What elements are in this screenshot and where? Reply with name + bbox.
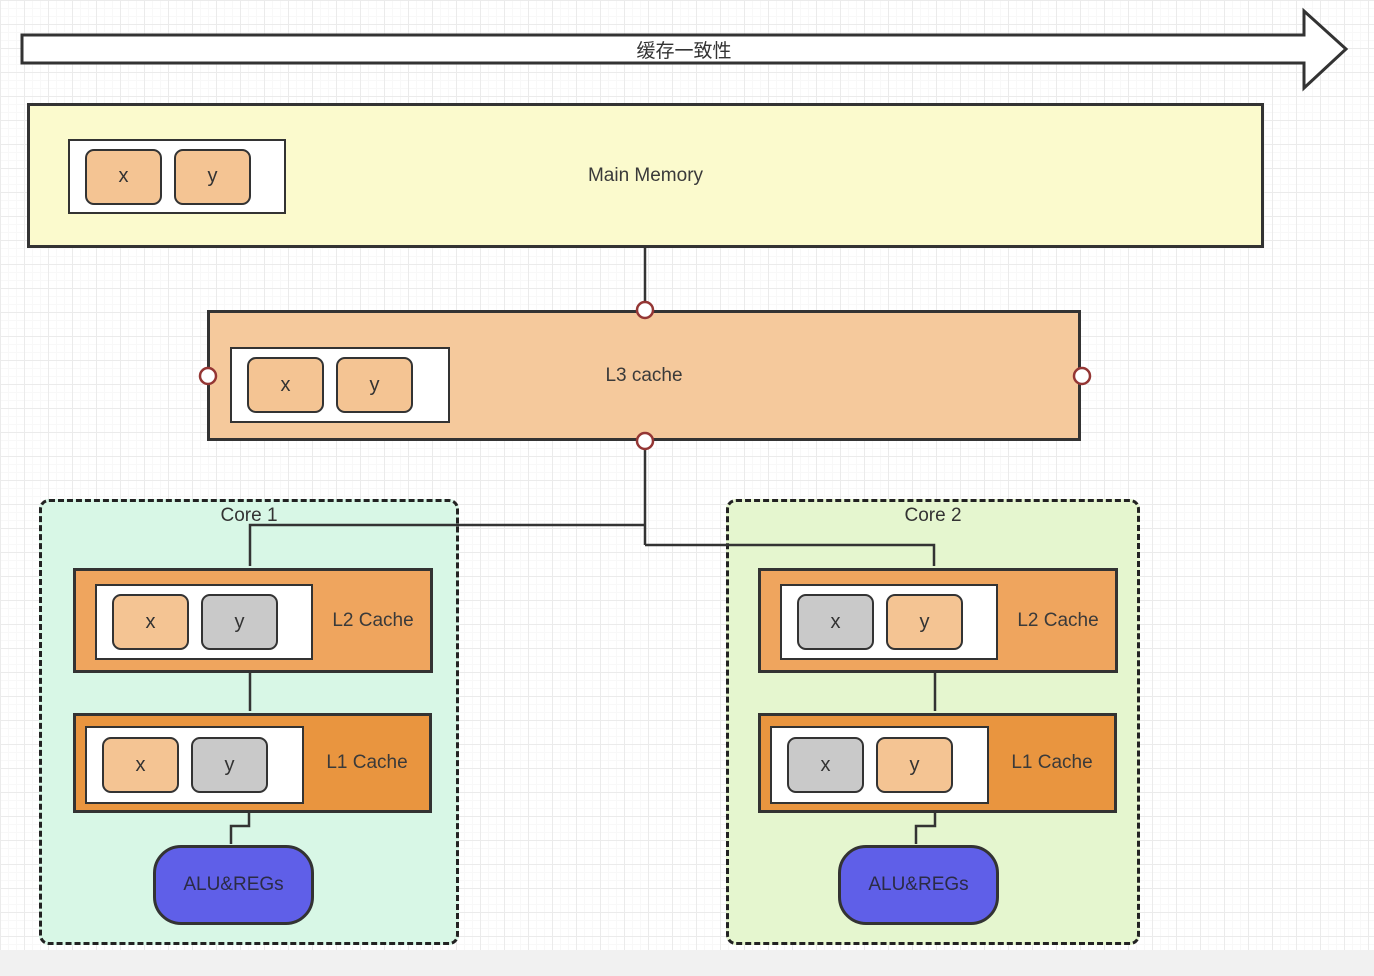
l3-cache-cell-tray[interactable]: x y bbox=[230, 347, 450, 423]
core1-l1-cell-x[interactable]: x bbox=[102, 737, 179, 793]
core2-group[interactable]: Core 2 x y L2 Cache x y L1 Cache ALU&REG… bbox=[726, 499, 1140, 945]
main-memory-cell-y[interactable]: y bbox=[174, 148, 251, 205]
core2-l2-cell-y[interactable]: y bbox=[886, 594, 963, 650]
core2-l1-cache-box[interactable]: x y L1 Cache bbox=[758, 713, 1117, 813]
core1-group[interactable]: Core 1 x y L2 Cache x y L1 Cache ALU&REG… bbox=[39, 499, 459, 945]
l3-connection-point-top[interactable] bbox=[635, 300, 655, 320]
core2-l1-cell-tray[interactable]: x y bbox=[770, 726, 989, 804]
l3-cache-cell-x[interactable]: x bbox=[247, 357, 324, 413]
core2-l2-label: L2 Cache bbox=[1017, 609, 1099, 631]
bottom-edge-strip bbox=[0, 950, 1374, 976]
core1-l1-cell-y[interactable]: y bbox=[191, 737, 268, 793]
core1-l2-cell-x[interactable]: x bbox=[112, 594, 189, 650]
l3-cache-cell-y[interactable]: y bbox=[336, 357, 413, 413]
main-memory-cell-x[interactable]: x bbox=[85, 148, 162, 205]
core1-l1-cache-box[interactable]: x y L1 Cache bbox=[73, 713, 432, 813]
diagram-canvas[interactable]: Main Memory x y L3 cache x y Core 1 x y … bbox=[0, 0, 1374, 976]
l3-connection-point-bottom[interactable] bbox=[635, 431, 655, 451]
main-memory-cell-tray[interactable]: x y bbox=[68, 139, 286, 214]
core1-alu-regs-box[interactable]: ALU&REGs bbox=[153, 845, 314, 925]
core2-alu-regs-box[interactable]: ALU&REGs bbox=[838, 845, 999, 925]
core2-l1-cell-x[interactable]: x bbox=[787, 737, 864, 793]
core2-l2-cache-box[interactable]: x y L2 Cache bbox=[758, 568, 1118, 673]
l3-connection-point-left[interactable] bbox=[198, 366, 218, 386]
main-memory-box[interactable]: Main Memory x y bbox=[27, 103, 1264, 248]
core1-title: Core 1 bbox=[220, 505, 278, 526]
core1-l2-label: L2 Cache bbox=[332, 609, 414, 631]
core1-l1-cell-tray[interactable]: x y bbox=[85, 726, 304, 804]
core1-l2-cache-box[interactable]: x y L2 Cache bbox=[73, 568, 433, 673]
core2-l2-cell-tray[interactable]: x y bbox=[780, 584, 998, 660]
l3-cache-box[interactable]: L3 cache x y bbox=[207, 310, 1081, 441]
core2-l1-cell-y[interactable]: y bbox=[876, 737, 953, 793]
core2-l1-label: L1 Cache bbox=[1011, 752, 1093, 773]
core1-l1-label: L1 Cache bbox=[326, 752, 408, 773]
core1-l2-cell-tray[interactable]: x y bbox=[95, 584, 313, 660]
l3-connection-point-right[interactable] bbox=[1072, 366, 1092, 386]
cache-coherence-arrow-label: 缓存一致性 bbox=[636, 40, 732, 62]
core2-l2-cell-x[interactable]: x bbox=[797, 594, 874, 650]
core1-l2-cell-y[interactable]: y bbox=[201, 594, 278, 650]
core2-title: Core 2 bbox=[904, 505, 962, 526]
